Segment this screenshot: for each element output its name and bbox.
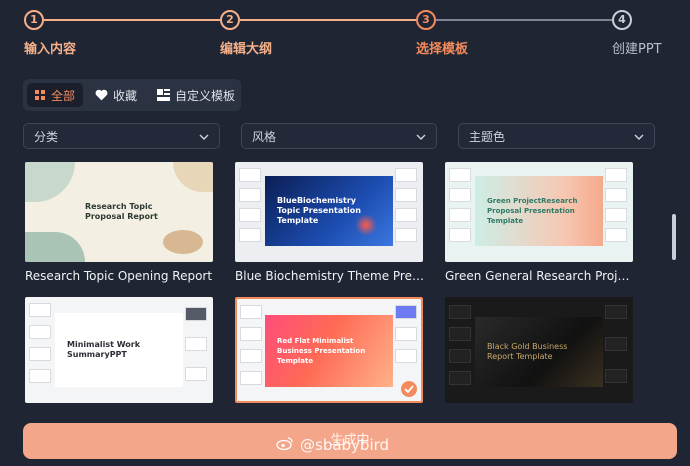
style-select[interactable]: 风格 [241, 123, 437, 149]
template-filter-tabs: 全部 收藏 自定义模板 [23, 79, 241, 111]
decor-shape [25, 232, 85, 262]
step-1-label[interactable]: 输入内容 [24, 38, 76, 57]
thumbnail-slide [395, 208, 417, 222]
template-title[interactable]: Green General Research Project … [445, 269, 635, 283]
thumbnail-slide [240, 371, 262, 385]
thumbnail-slide [240, 349, 262, 363]
chevron-down-icon [199, 129, 209, 143]
decor-shape [25, 162, 75, 202]
thumbnail-slide [239, 208, 261, 222]
thumbnail-slide [449, 305, 471, 319]
thumbnail-slide [449, 228, 471, 242]
thumbnail-slide [449, 208, 471, 222]
chevron-down-icon [634, 129, 644, 143]
step-3-label[interactable]: 选择模板 [416, 38, 468, 57]
template-card-minimalist-work[interactable]: Minimalist Work SummaryPPT [25, 297, 213, 403]
thumbnail-slide [395, 349, 417, 363]
slide-preview-text: Green ProjectResearch Proposal Presentat… [475, 176, 603, 246]
flask-glow [355, 214, 377, 236]
decor-shape [173, 162, 213, 192]
watermark-text: @sbabybird [300, 436, 390, 454]
thumbnail-slide [449, 349, 471, 363]
step-1-number: 1 [24, 10, 44, 30]
thumbnail-slide [395, 327, 417, 341]
tab-label: 自定义模板 [175, 88, 236, 103]
thumbnail-slide [185, 337, 207, 351]
slide-preview-text: BlueBiochemistry Topic Presentation Temp… [265, 176, 393, 246]
thumbnail-slide [605, 208, 627, 222]
thumbnail-slide [29, 303, 51, 317]
template-card-black-gold[interactable]: Black Gold Business Report Template [445, 297, 633, 403]
template-icon [157, 89, 171, 101]
thumbnail-slide [605, 337, 627, 351]
theme-color-select[interactable]: 主题色 [458, 123, 655, 149]
thumbnail-slide [239, 168, 261, 182]
step-4-number: 4 [612, 10, 632, 30]
selected-check-icon [401, 381, 417, 397]
theme-color-select-value: 主题色 [469, 129, 506, 144]
thumbnail-slide [240, 305, 262, 319]
thumbnail-slide [449, 168, 471, 182]
template-title[interactable]: Blue Biochemistry Theme Presen… [235, 269, 425, 283]
step-3-number: 3 [416, 10, 436, 30]
step-connector [240, 19, 416, 21]
step-2-label[interactable]: 编辑大纲 [220, 38, 272, 57]
category-select[interactable]: 分类 [23, 123, 220, 149]
progress-stepper: 1 2 3 4 输入内容 编辑大纲 选择模板 创建PPT [0, 0, 690, 60]
decor-shape [163, 230, 203, 254]
template-card-blue-biochemistry[interactable]: BlueBiochemistry Topic Presentation Temp… [235, 162, 423, 262]
template-card-research-topic[interactable]: Research Topic Proposal Report [25, 162, 213, 262]
thumbnail-slide [605, 305, 627, 319]
heart-icon [95, 89, 108, 101]
chevron-down-icon [416, 129, 426, 143]
thumbnail-slide [605, 188, 627, 202]
thumbnail-slide [605, 168, 627, 182]
thumbnail-slide [395, 228, 417, 242]
slide-preview-text: Minimalist Work SummaryPPT [55, 313, 183, 387]
thumbnail-slide [449, 188, 471, 202]
thumbnail-slide [185, 367, 207, 381]
thumbnail-slide [449, 327, 471, 341]
watermark: @sbabybird [276, 436, 389, 454]
thumbnail-slide [29, 347, 51, 361]
step-connector [436, 19, 612, 21]
tab-all[interactable]: 全部 [27, 83, 84, 107]
thumbnail-slide [239, 228, 261, 242]
template-title[interactable]: Research Topic Opening Report [25, 269, 215, 283]
thumbnail-slide [605, 228, 627, 242]
category-select-value: 分类 [34, 129, 59, 144]
thumbnail-slide [395, 168, 417, 182]
step-4-label[interactable]: 创建PPT [612, 38, 662, 57]
thumbnail-slide [29, 325, 51, 339]
tab-label: 全部 [51, 88, 76, 103]
step-2-number: 2 [220, 10, 240, 30]
weibo-icon [276, 436, 294, 454]
style-select-value: 风格 [252, 129, 277, 144]
thumbnail-slide [185, 307, 207, 321]
thumbnail-slide [29, 369, 51, 383]
template-card-red-flat-minimalist[interactable]: Red Flat Minimalist Business Presentatio… [235, 297, 423, 403]
thumbnail-slide [605, 369, 627, 383]
thumbnail-slide [395, 305, 417, 319]
thumbnail-slide [395, 188, 417, 202]
slide-preview-text: Red Flat Minimalist Business Presentatio… [265, 315, 393, 387]
tab-favorites[interactable]: 收藏 [87, 83, 145, 107]
tab-label: 收藏 [113, 88, 138, 103]
step-connector [44, 19, 220, 21]
template-card-green-research[interactable]: Green ProjectResearch Proposal Presentat… [445, 162, 633, 262]
scrollbar-thumb[interactable] [672, 214, 676, 260]
thumbnail-slide [239, 188, 261, 202]
tab-custom-templates[interactable]: 自定义模板 [149, 83, 243, 107]
slide-preview-text: Research Topic Proposal Report [85, 202, 158, 221]
thumbnail-slide [449, 371, 471, 385]
grid-icon [35, 89, 46, 101]
slide-preview-text: Black Gold Business Report Template [475, 317, 603, 387]
thumbnail-slide [240, 327, 262, 341]
